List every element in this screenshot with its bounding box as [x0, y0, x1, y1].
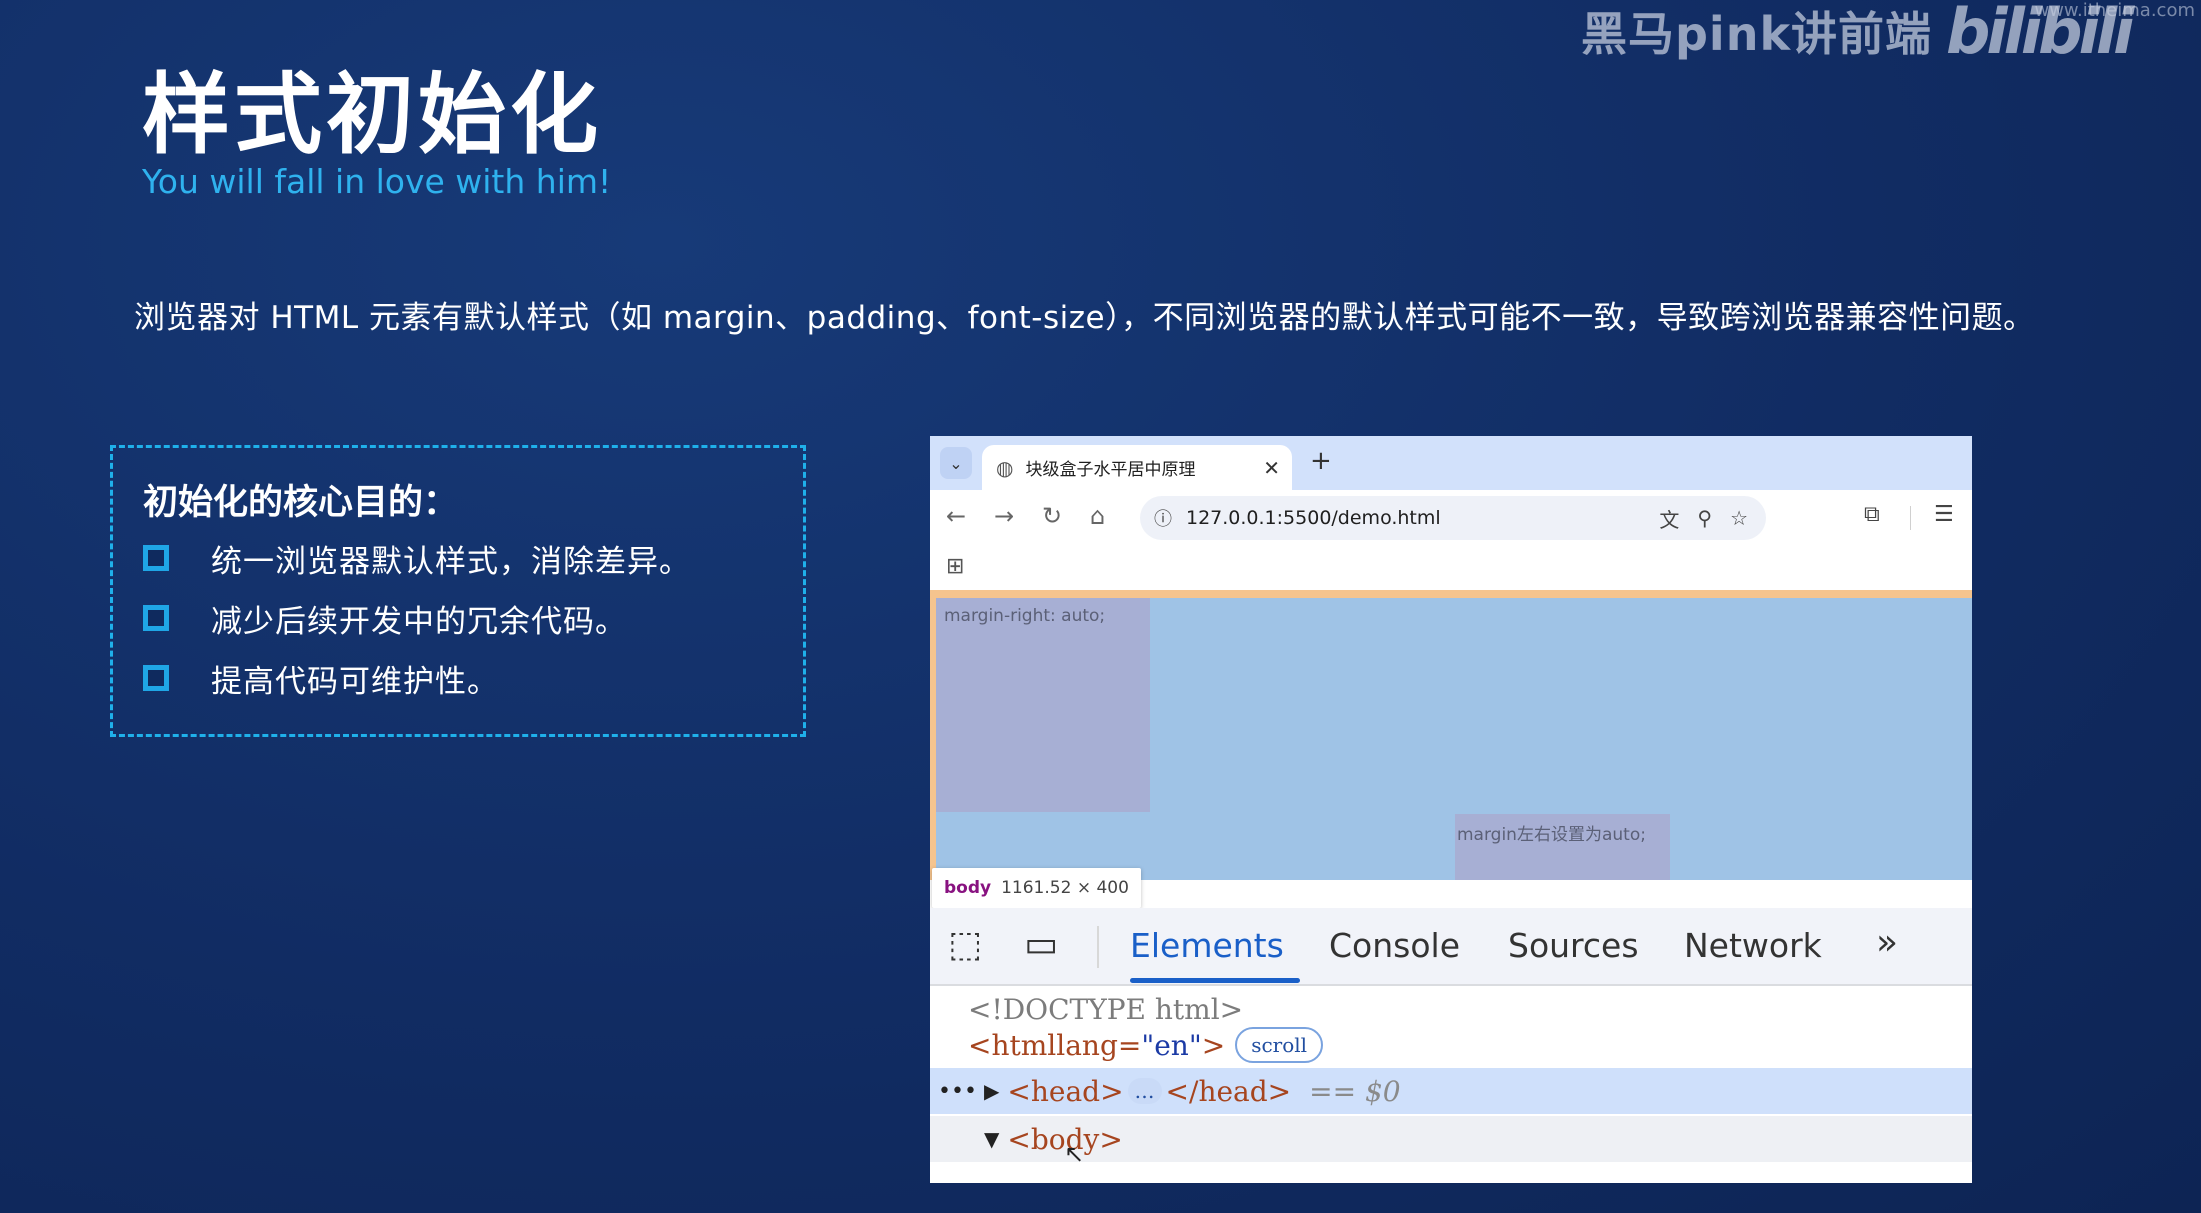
- head-close-tag: </head>: [1165, 1074, 1292, 1108]
- reload-icon[interactable]: ↻: [1042, 502, 1062, 530]
- tab-elements[interactable]: Elements: [1130, 926, 1284, 965]
- html-open-tag: <html: [968, 1028, 1057, 1062]
- globe-icon: ◍: [996, 455, 1014, 480]
- device-toolbar-icon[interactable]: ▭: [1024, 924, 1058, 965]
- tab-network[interactable]: Network: [1684, 926, 1822, 965]
- tab-title: 块级盒子水平居中原理: [1025, 460, 1196, 480]
- selected-node-marker: == $0: [1309, 1074, 1401, 1108]
- demo-box-label: margin左右设置为auto;: [1457, 825, 1646, 845]
- watermark: 黑马pink讲前端 bilibili www.itheima.com: [1581, 0, 2201, 68]
- url-text[interactable]: 127.0.0.1:5500/demo.html: [1186, 507, 1659, 529]
- dom-node-html[interactable]: <html lang= "en" > scroll: [930, 1022, 1972, 1068]
- demo-box-label: margin-right: auto;: [944, 606, 1106, 626]
- toolbar-divider: [1910, 506, 1911, 530]
- mouse-cursor-icon: ↖: [1064, 1140, 1085, 1168]
- bookmarks-bar: ⊞: [930, 546, 1972, 590]
- chevron-down-icon[interactable]: ⌄: [940, 447, 972, 479]
- arrow-right-icon[interactable]: →: [994, 502, 1014, 530]
- tab-console[interactable]: Console: [1329, 926, 1460, 965]
- arrow-left-icon[interactable]: ←: [946, 502, 966, 530]
- plus-icon[interactable]: +: [1310, 446, 1332, 476]
- address-bar[interactable]: ⓘ 127.0.0.1:5500/demo.html 文 ⚲ ☆: [1140, 496, 1766, 540]
- head-open-tag: <head>: [1007, 1074, 1124, 1108]
- devtools-tab-bar: ⬚ ▭ Elements Console Sources Network »: [930, 908, 1972, 986]
- slide-title: 样式初始化: [142, 63, 603, 166]
- page-viewport: margin-right: auto; margin左右设置为auto;: [930, 590, 1972, 880]
- tab-sources[interactable]: Sources: [1508, 926, 1639, 965]
- dom-node-body[interactable]: ▼ <body>: [930, 1116, 1972, 1162]
- square-bullet-icon: [143, 665, 169, 691]
- doctype-text: <!DOCTYPE html>: [968, 992, 1244, 1026]
- square-bullet-icon: [143, 545, 169, 571]
- demo-box-centered: margin左右设置为auto;: [1455, 814, 1670, 880]
- apps-grid-icon[interactable]: ⊞: [946, 554, 964, 579]
- puzzle-icon[interactable]: ⧉: [1864, 502, 1880, 527]
- slide-subtitle: You will fall in love with him!: [142, 162, 612, 201]
- more-options-icon[interactable]: •••: [938, 1079, 977, 1104]
- devtools-divider: [1097, 926, 1099, 968]
- active-tab-indicator: [1130, 978, 1300, 983]
- purpose-item-text: 减少后续开发中的冗余代码。: [211, 603, 627, 640]
- browser-toolbar: ← → ↻ ⌂ ⓘ 127.0.0.1:5500/demo.html 文 ⚲ ☆…: [930, 490, 1972, 546]
- home-icon[interactable]: ⌂: [1090, 502, 1105, 530]
- devtools-panel: ⬚ ▭ Elements Console Sources Network » <…: [930, 908, 1972, 1183]
- purpose-heading: 初始化的核心目的：: [143, 483, 459, 523]
- tooltip-dimensions: 1161.52 × 400: [1001, 878, 1129, 898]
- tooltip-tag: body: [944, 878, 992, 898]
- purpose-item: 统一浏览器默认样式，消除差异。: [143, 534, 691, 582]
- watermark-text: 黑马pink讲前端: [1581, 7, 1933, 61]
- purpose-item: 减少后续开发中的冗余代码。: [143, 594, 627, 642]
- purpose-item-text: 提高代码可维护性。: [211, 663, 499, 700]
- html-attr-name: lang=: [1056, 1028, 1142, 1062]
- html-attr-value: "en": [1141, 1028, 1202, 1062]
- translate-icon[interactable]: 文: [1659, 504, 1679, 533]
- slide-description: 浏览器对 HTML 元素有默认样式（如 margin、padding、font-…: [134, 300, 2035, 336]
- inspect-element-icon[interactable]: ⬚: [948, 924, 982, 965]
- purpose-box: 初始化的核心目的： 统一浏览器默认样式，消除差异。 减少后续开发中的冗余代码。 …: [110, 445, 806, 737]
- element-tooltip: body 1161.52 × 400: [932, 868, 1141, 908]
- star-icon[interactable]: ☆: [1730, 506, 1748, 530]
- close-icon[interactable]: ✕: [1263, 456, 1280, 480]
- browser-window: ⌄ ◍ 块级盒子水平居中原理 ✕ + ← → ↻ ⌂ ⓘ 127.0.0.1:5…: [930, 436, 1972, 1183]
- zoom-icon[interactable]: ⚲: [1697, 506, 1712, 530]
- dom-node-head[interactable]: ••• ▶ <head> … </head> == $0: [930, 1068, 1972, 1114]
- html-tag-close: >: [1201, 1028, 1226, 1062]
- scroll-badge[interactable]: scroll: [1235, 1027, 1324, 1063]
- collapse-triangle-icon[interactable]: ▼: [984, 1127, 999, 1151]
- browser-tab[interactable]: ◍ 块级盒子水平居中原理 ✕: [982, 445, 1292, 490]
- demo-box-margin-right: margin-right: auto;: [936, 598, 1150, 812]
- collapsed-ellipsis-badge[interactable]: …: [1127, 1078, 1162, 1104]
- reading-list-icon[interactable]: ☰: [1934, 502, 1954, 527]
- purpose-item-text: 统一浏览器默认样式，消除差异。: [211, 543, 691, 580]
- more-tabs-icon[interactable]: »: [1876, 922, 1898, 963]
- watermark-url: www.itheima.com: [2034, 0, 2195, 21]
- expand-triangle-icon[interactable]: ▶: [984, 1079, 999, 1103]
- tab-strip: ⌄ ◍ 块级盒子水平居中原理 ✕ +: [930, 436, 1972, 490]
- purpose-item: 提高代码可维护性。: [143, 654, 499, 702]
- square-bullet-icon: [143, 605, 169, 631]
- info-icon[interactable]: ⓘ: [1154, 505, 1172, 531]
